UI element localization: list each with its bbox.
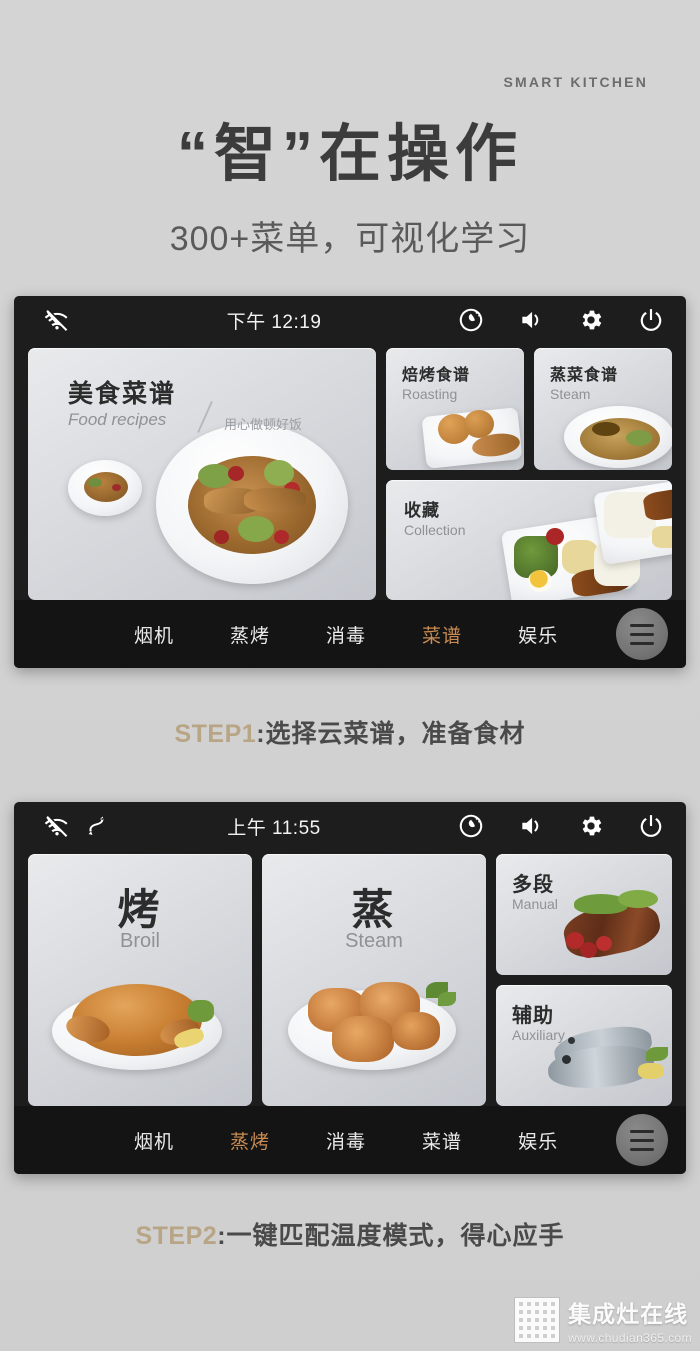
card-title: 多段 (512, 874, 554, 897)
card-title: 焙烤食谱 (402, 367, 471, 385)
card-title: 辅助 (512, 1005, 554, 1028)
device-screen-1: 下午 12:19 美食菜谱 Food recipes 用心做顿好饭 焙烤食谱 R… (14, 296, 686, 669)
step-1-text: :选择云菜谱，准备食材 (256, 720, 526, 749)
mode-card-grid: 烤 Broil 蒸 Steam 多段 Manual 辅助 Auxiliary (28, 854, 672, 1107)
step-1-number: STEP1 (174, 720, 257, 749)
screen-1-right-column: 焙烤食谱 Roasting 蒸菜食谱 Steam 收藏 Collection (386, 348, 672, 601)
card-mode-broil[interactable]: 烤 Broil (28, 854, 252, 1107)
wifi-off-icon[interactable] (44, 813, 70, 839)
card-title: 蒸菜食谱 (550, 367, 619, 385)
clock-time: 上午 11:55 (227, 817, 321, 839)
page-subtitle: 300+菜单，可视化学习 (169, 220, 531, 259)
page-title: “智”在操作 (176, 120, 523, 189)
nav-item-yule[interactable]: 娱乐 (518, 621, 558, 648)
recipe-category-row: 焙烤食谱 Roasting 蒸菜食谱 Steam (386, 348, 672, 471)
card-roasting-recipes[interactable]: 焙烤食谱 Roasting (386, 348, 524, 471)
card-subtitle: Steam (550, 386, 591, 403)
nav-item-zhengkao[interactable]: 蒸烤 (230, 621, 270, 648)
clock-time: 下午 12:19 (226, 311, 322, 333)
step-2-caption: STEP2:一键匹配温度模式，得心应手 (0, 1216, 700, 1252)
card-collection[interactable]: 收藏 Collection (386, 480, 672, 601)
settings-icon[interactable] (578, 813, 604, 839)
card-title: 美食菜谱 (68, 380, 177, 409)
site-watermark: 集成灶在线 www.chudian365.com (514, 1295, 692, 1345)
nav-item-yule[interactable]: 娱乐 (518, 1127, 558, 1154)
hamburger-menu-icon[interactable] (616, 1114, 668, 1167)
status-bar-2: 上午 11:55 (14, 802, 686, 850)
nav-item-yanji[interactable]: 烟机 (134, 1127, 174, 1154)
watermark-url: www.chudian365.com (568, 1331, 692, 1345)
device-screen-2: 上午 11:55 烤 Broil 蒸 Steam 多段 Manual 辅助 Au… (14, 802, 686, 1175)
nav-item-caipu[interactable]: 菜谱 (422, 621, 462, 648)
status-left-icons (44, 813, 110, 839)
card-title: 烤 (117, 886, 163, 934)
volume-icon[interactable] (518, 813, 544, 839)
screen-2-content: 烤 Broil 蒸 Steam 多段 Manual 辅助 Auxiliary (14, 850, 686, 1107)
bottom-nav-1: 烟机 蒸烤 消毒 菜谱 娱乐 (14, 600, 686, 669)
screen-2-side-column: 多段 Manual 辅助 Auxiliary (496, 854, 672, 1107)
power-icon[interactable] (638, 307, 664, 333)
eyebrow-text: SMART KITCHEN (503, 74, 648, 90)
page-header: SMART KITCHEN “智”在操作 300+菜单，可视化学习 (0, 0, 700, 260)
status-right-icons (458, 307, 664, 333)
screen-1-content: 美食菜谱 Food recipes 用心做顿好饭 焙烤食谱 Roasting 蒸… (14, 344, 686, 601)
status-left-icons (44, 307, 70, 333)
card-subtitle: Collection (404, 522, 466, 539)
nav-item-yanji[interactable]: 烟机 (134, 621, 174, 648)
step-1-caption: STEP1:选择云菜谱，准备食材 (0, 714, 700, 750)
power-icon[interactable] (638, 813, 664, 839)
card-subtitle: Steam (345, 930, 403, 953)
card-title: 蒸 (351, 886, 397, 934)
slash-divider (197, 401, 213, 434)
step-2-text: :一键匹配温度模式，得心应手 (217, 1222, 565, 1251)
card-subtitle: Manual (512, 896, 558, 913)
nav-item-caipu[interactable]: 菜谱 (422, 1127, 462, 1154)
step-2-number: STEP2 (135, 1222, 218, 1251)
nav-item-xiaodu[interactable]: 消毒 (326, 1127, 366, 1154)
card-steam-recipes[interactable]: 蒸菜食谱 Steam (534, 348, 672, 471)
card-subtitle: Food recipes (68, 410, 167, 430)
humidity-icon[interactable] (458, 307, 484, 333)
settings-icon[interactable] (578, 307, 604, 333)
card-title: 收藏 (404, 501, 440, 521)
watermark-brand: 集成灶在线 (568, 1301, 689, 1327)
nav-item-xiaodu[interactable]: 消毒 (326, 621, 366, 648)
hamburger-menu-icon[interactable] (616, 608, 668, 661)
humidity-icon[interactable] (458, 813, 484, 839)
card-subtitle: Roasting (402, 386, 458, 403)
sync-icon[interactable] (84, 813, 110, 839)
status-right-icons (458, 813, 664, 839)
status-bar-1: 下午 12:19 (14, 296, 686, 344)
nav-item-zhengkao[interactable]: 蒸烤 (230, 1127, 270, 1154)
card-subtitle: Broil (119, 930, 160, 953)
qr-code-icon (514, 1297, 561, 1343)
card-mode-manual[interactable]: 多段 Manual (496, 854, 672, 976)
card-mode-steam[interactable]: 蒸 Steam (262, 854, 486, 1107)
card-tagline: 用心做顿好饭 (224, 417, 303, 433)
card-food-recipes[interactable]: 美食菜谱 Food recipes 用心做顿好饭 (28, 348, 376, 601)
card-mode-auxiliary[interactable]: 辅助 Auxiliary (496, 985, 672, 1107)
wifi-off-icon[interactable] (44, 307, 70, 333)
watermark-text: 集成灶在线 www.chudian365.com (568, 1295, 692, 1345)
bottom-nav-2: 烟机 蒸烤 消毒 菜谱 娱乐 (14, 1106, 686, 1175)
card-subtitle: Auxiliary (512, 1027, 565, 1044)
volume-icon[interactable] (518, 307, 544, 333)
